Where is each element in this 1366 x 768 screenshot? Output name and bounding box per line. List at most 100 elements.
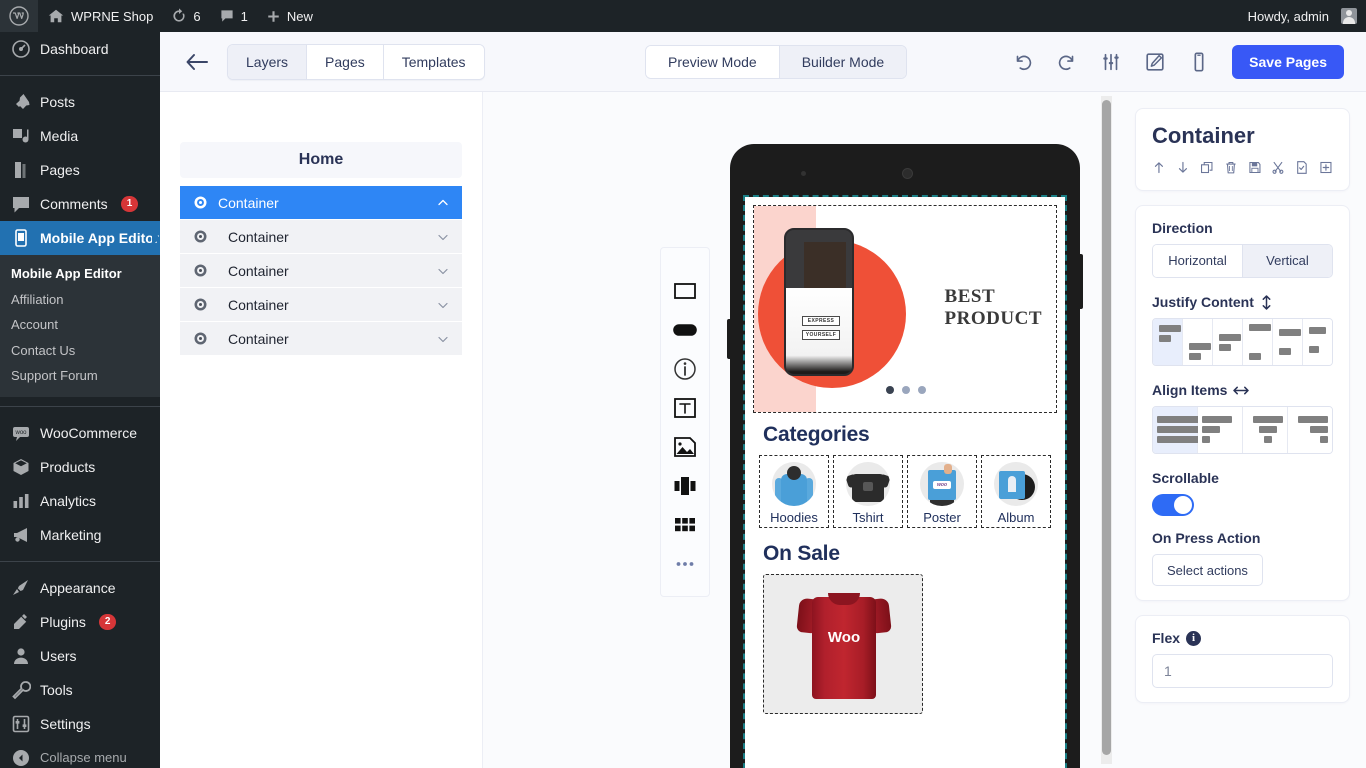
container-icon[interactable] (672, 278, 698, 304)
canvas-scrollbar[interactable] (1101, 96, 1112, 764)
sidebar-item-woocommerce[interactable]: woo WooCommerce (0, 416, 160, 450)
sidebar-item-pages[interactable]: Pages (0, 153, 160, 187)
carousel-dot-2[interactable] (902, 386, 910, 394)
image-icon[interactable] (672, 434, 698, 460)
sidebar-item-settings[interactable]: Settings (0, 707, 160, 741)
justify-space-around[interactable] (1273, 319, 1303, 365)
delete-icon[interactable] (1224, 159, 1238, 176)
save-icon[interactable] (1248, 159, 1262, 176)
chevron-up-icon[interactable] (437, 197, 449, 209)
sidebar-item-posts[interactable]: Posts (0, 85, 160, 119)
save-pages-button[interactable]: Save Pages (1232, 45, 1344, 79)
duplicate-icon[interactable] (1200, 159, 1214, 176)
sidebar-item-dashboard[interactable]: Dashboard (0, 32, 160, 66)
submenu-item-account[interactable]: Account (0, 312, 160, 338)
eye-icon[interactable] (193, 331, 208, 346)
scrollable-toggle[interactable] (1152, 494, 1194, 516)
undo-icon[interactable] (1012, 51, 1034, 73)
sidebar-item-plugins[interactable]: Plugins 2 (0, 605, 160, 639)
layer-row-2[interactable]: Container (180, 254, 462, 288)
new-content-button[interactable]: New (257, 0, 322, 32)
paste-icon[interactable] (1295, 159, 1309, 176)
carousel-dot-3[interactable] (918, 386, 926, 394)
category-item-album[interactable]: Album (981, 455, 1051, 528)
sliders-icon[interactable] (1100, 51, 1122, 73)
sidebar-item-analytics[interactable]: Analytics (0, 484, 160, 518)
layer-row-0[interactable]: Container (180, 186, 462, 220)
justify-flex-start[interactable] (1153, 319, 1183, 365)
justify-space-between[interactable] (1243, 319, 1273, 365)
sidebar-item-media[interactable]: Media (0, 119, 160, 153)
updates-button[interactable]: 6 (162, 0, 209, 32)
carousel-dot-1[interactable] (886, 386, 894, 394)
category-item-hoodies[interactable]: Hoodies (759, 455, 829, 528)
flex-input[interactable] (1152, 654, 1333, 688)
justify-center[interactable] (1213, 319, 1243, 365)
tab-pages[interactable]: Pages (307, 44, 384, 79)
eye-icon[interactable] (193, 229, 208, 244)
chevron-down-icon[interactable] (437, 299, 449, 311)
more-icon[interactable] (672, 551, 698, 577)
on-sale-product-card[interactable]: Woo (763, 574, 923, 714)
tab-layers[interactable]: Layers (228, 44, 308, 79)
move-down-icon[interactable] (1176, 159, 1190, 176)
layer-row-1[interactable]: Container (180, 220, 462, 254)
my-account-button[interactable]: Howdy, admin (1239, 0, 1366, 32)
back-button[interactable] (184, 49, 210, 75)
tab-builder-mode[interactable]: Builder Mode (779, 46, 907, 78)
tab-preview-mode[interactable]: Preview Mode (646, 46, 780, 78)
carousel-dots[interactable] (886, 386, 926, 394)
submenu-item-mobile-app-editor[interactable]: Mobile App Editor (0, 261, 160, 287)
category-item-poster[interactable]: woo Poster (907, 455, 977, 528)
eye-icon[interactable] (193, 297, 208, 312)
wp-logo-button[interactable] (0, 0, 38, 32)
page-name-chip[interactable]: Home (180, 142, 462, 178)
layer-row-3[interactable]: Container (180, 288, 462, 322)
align-stretch[interactable] (1153, 407, 1201, 453)
device-icon[interactable] (1188, 51, 1210, 73)
direction-horizontal-button[interactable]: Horizontal (1153, 245, 1242, 277)
cut-icon[interactable] (1271, 159, 1285, 176)
info-icon[interactable]: i (1186, 630, 1202, 646)
edit-icon[interactable] (1144, 51, 1166, 73)
sidebar-item-products[interactable]: Products (0, 450, 160, 484)
add-icon[interactable] (1319, 159, 1333, 176)
site-name-button[interactable]: WPRNE Shop (38, 0, 162, 32)
justify-space-evenly[interactable] (1303, 319, 1332, 365)
sidebar-item-marketing[interactable]: Marketing (0, 518, 160, 552)
grid-icon[interactable] (672, 512, 698, 538)
sidebar-item-appearance[interactable]: Appearance (0, 571, 160, 605)
align-flex-start[interactable] (1198, 407, 1243, 453)
submenu-item-affiliation[interactable]: Affiliation (0, 287, 160, 313)
comments-button[interactable]: 1 (210, 0, 257, 32)
move-up-icon[interactable] (1152, 159, 1166, 176)
carousel-icon[interactable] (672, 473, 698, 499)
comment-icon (13, 197, 29, 213)
submenu-item-contact-us[interactable]: Contact Us (0, 338, 160, 364)
eye-icon[interactable] (193, 195, 208, 210)
collapse-menu-button[interactable]: Collapse menu (0, 741, 160, 768)
icon-icon[interactable] (672, 356, 698, 382)
layer-row-4[interactable]: Container (180, 322, 462, 356)
align-flex-end[interactable] (1288, 407, 1332, 453)
sidebar-item-comments[interactable]: Comments 1 (0, 187, 160, 221)
submenu-item-support-forum[interactable]: Support Forum (0, 363, 160, 389)
sidebar-item-mobile-app-editor[interactable]: Mobile App Editor (0, 221, 160, 255)
sidebar-item-users[interactable]: Users (0, 639, 160, 673)
category-item-tshirt[interactable]: Tshirt (833, 455, 903, 528)
sidebar-item-tools[interactable]: Tools (0, 673, 160, 707)
chevron-down-icon[interactable] (437, 333, 449, 345)
hero-banner[interactable]: EXPRESS YOURSELF BEST PRODUCT (753, 205, 1057, 413)
chevron-down-icon[interactable] (437, 231, 449, 243)
canvas-scrollbar-thumb[interactable] (1102, 100, 1111, 755)
chevron-down-icon[interactable] (437, 265, 449, 277)
eye-icon[interactable] (193, 263, 208, 278)
direction-vertical-button[interactable]: Vertical (1242, 245, 1332, 277)
text-icon[interactable] (672, 395, 698, 421)
justify-flex-end[interactable] (1183, 319, 1213, 365)
tab-templates[interactable]: Templates (383, 44, 484, 79)
redo-icon[interactable] (1056, 51, 1078, 73)
select-actions-button[interactable]: Select actions (1152, 554, 1263, 586)
button-icon[interactable] (672, 317, 698, 343)
align-center[interactable] (1243, 407, 1288, 453)
